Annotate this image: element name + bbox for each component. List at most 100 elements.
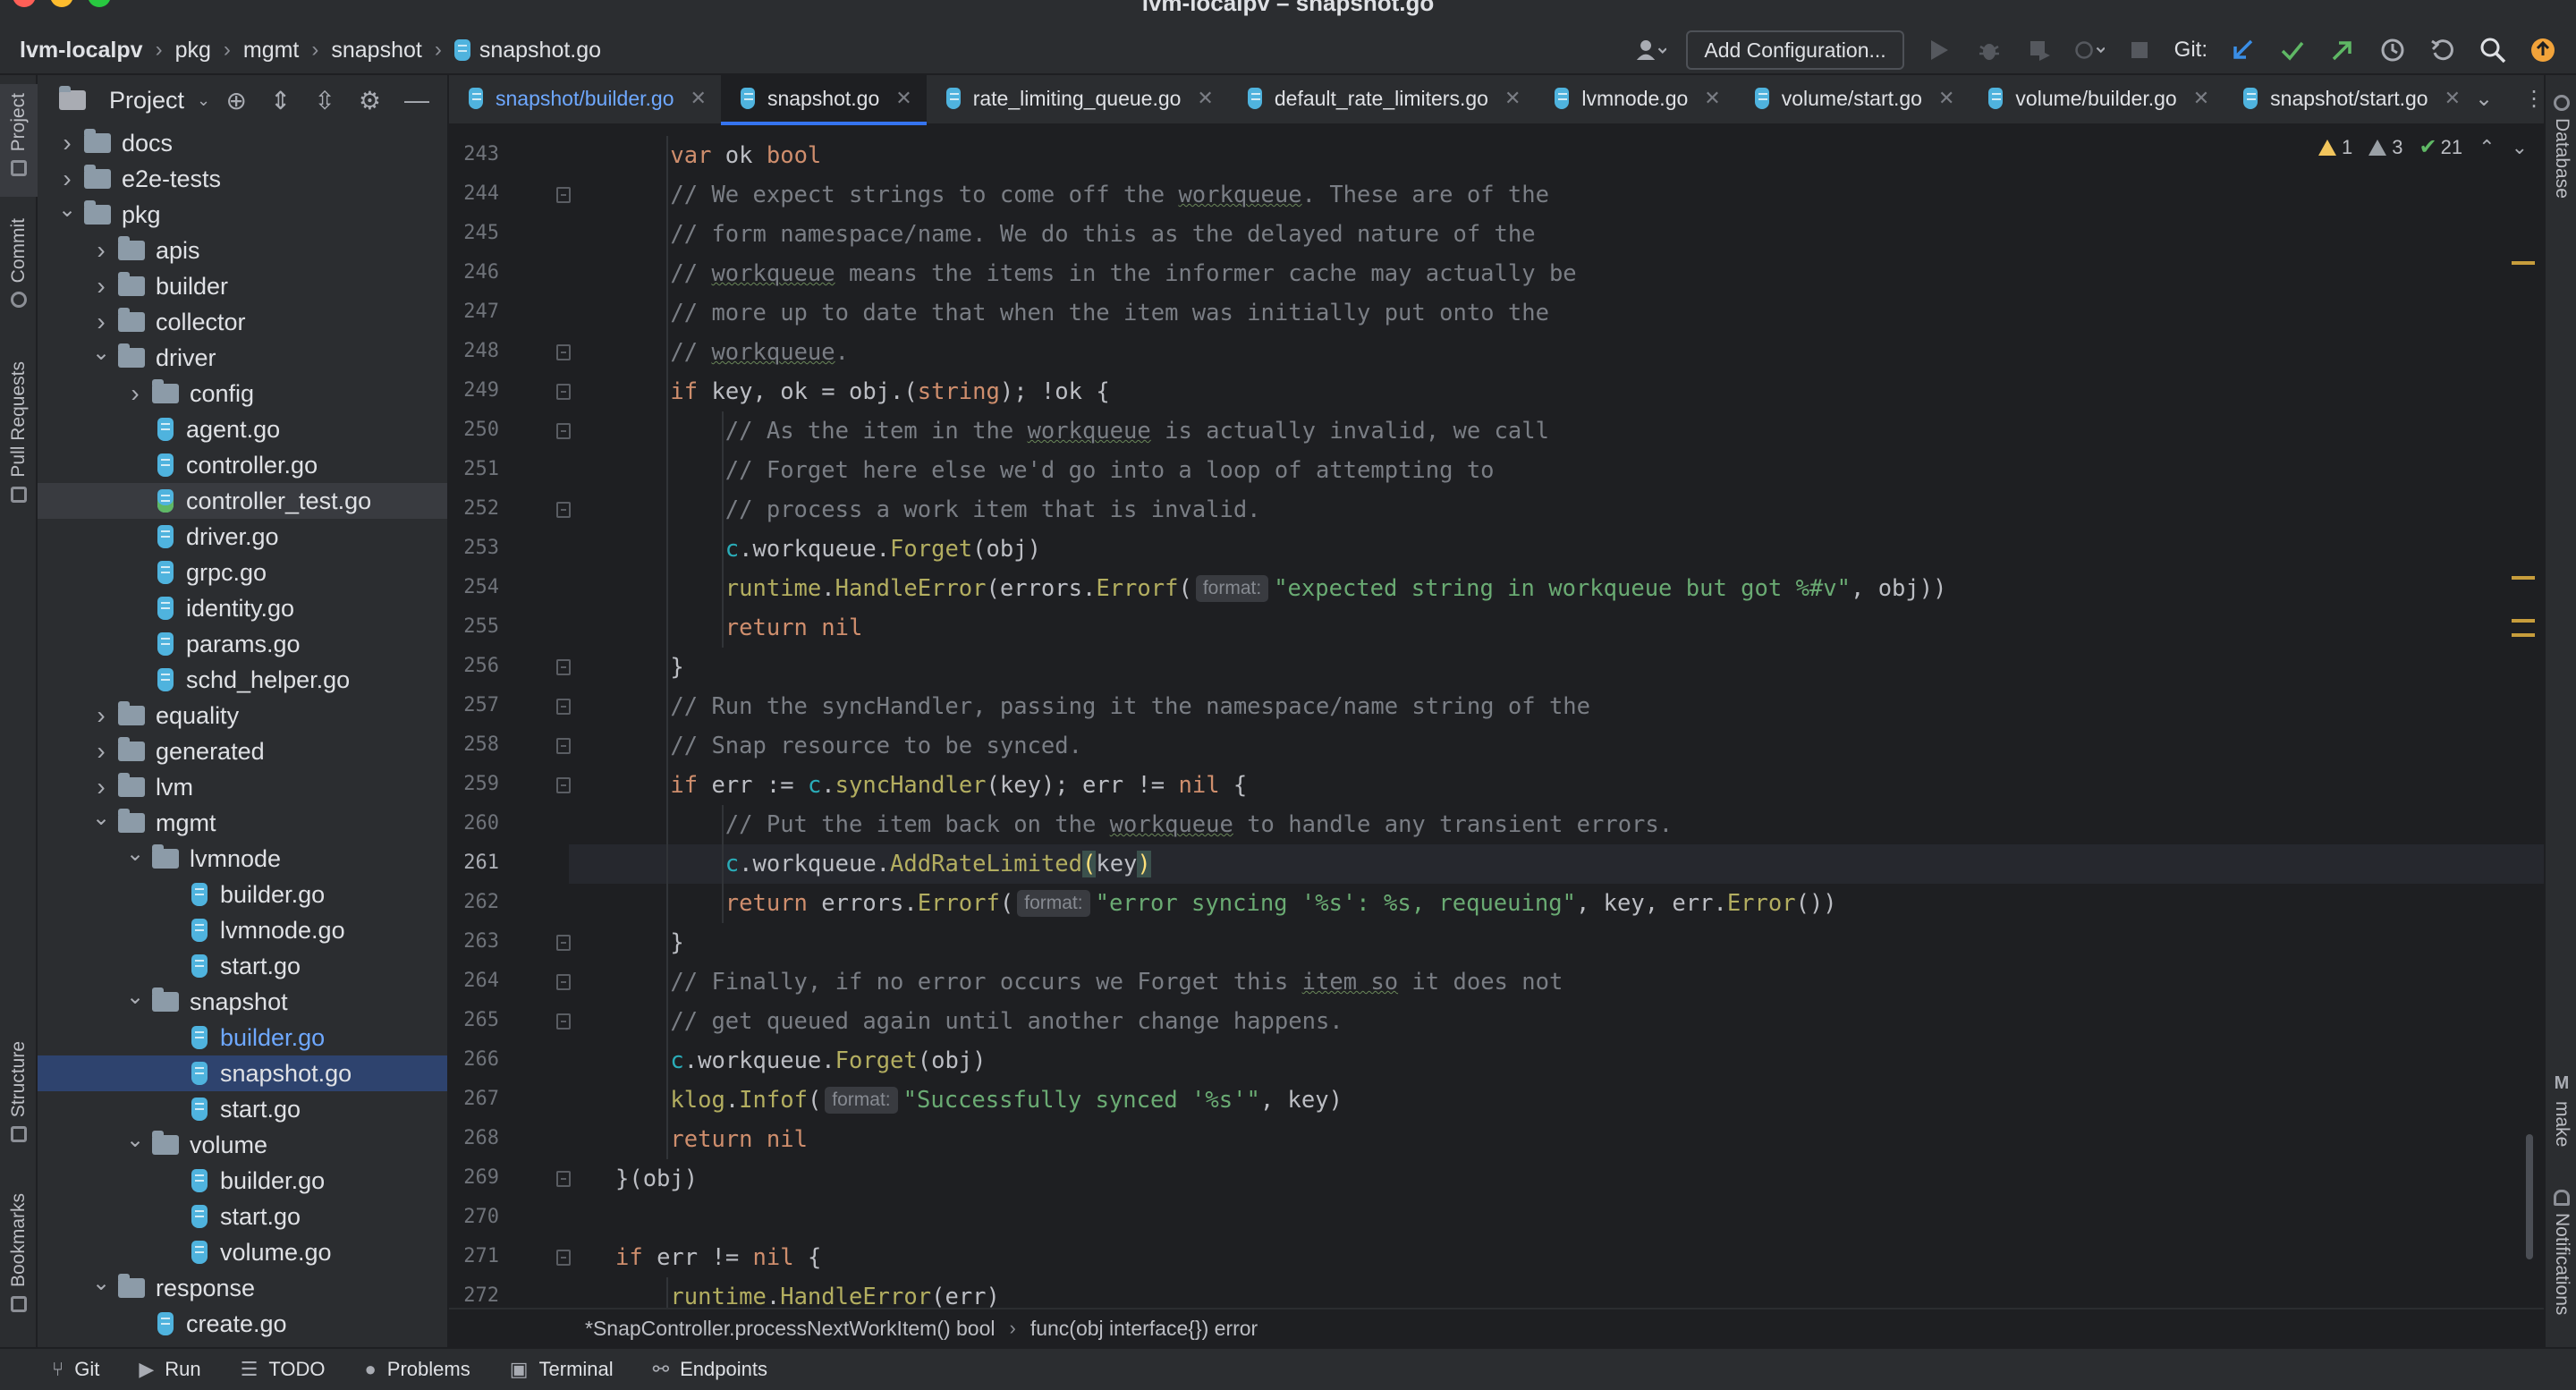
line-number[interactable]: 257 [449,694,499,716]
tool-tab-commit[interactable]: Commit [0,218,38,326]
line-number[interactable]: 254 [449,576,499,598]
chevron-right-icon[interactable]: › [89,737,113,766]
gear-icon[interactable]: ⚙ [359,86,381,115]
user-icon[interactable] [1636,35,1667,65]
rollback-icon[interactable] [2428,35,2458,65]
tool-window-endpoints[interactable]: ⚯ Endpoints [653,1358,767,1381]
tree-folder[interactable]: › e2e-tests [38,161,447,197]
line-number[interactable]: 266 [449,1048,499,1071]
line-number[interactable]: 260 [449,812,499,835]
tool-tab-make[interactable]: M make [2546,1068,2576,1166]
git-update-icon[interactable] [2227,35,2258,65]
chevron-down-icon[interactable]: ⌄ [2475,86,2493,112]
chevron-down-icon[interactable]: ⌄ [123,1127,147,1153]
chevron-right-icon[interactable]: › [55,129,79,157]
editor-tab[interactable]: default_rate_limiters.go ✕ [1228,73,1536,123]
tree-folder[interactable]: › builder [38,268,447,304]
code-line[interactable]: }(obj) [569,1159,2544,1199]
tree-file[interactable]: controller.go [38,447,447,483]
tree-file[interactable]: builder.go [38,877,447,912]
crumb-project[interactable]: lvm-localpv [20,38,143,64]
code-line[interactable]: // more up to date that when the item wa… [569,293,2544,333]
line-number[interactable]: 244 [449,182,499,205]
stripe-mark[interactable] [2512,261,2535,265]
tool-tab-structure[interactable]: Structure [0,1041,38,1166]
tree-folder[interactable]: › generated [38,733,447,769]
close-icon[interactable]: ✕ [1197,87,1213,110]
tree-file[interactable]: grpc.go [38,555,447,590]
code-line[interactable]: klog.Infof(format: "Successfully synced '… [569,1081,2544,1120]
code-line[interactable]: // process a work item that is invalid. [569,490,2544,530]
tree-file[interactable]: snapshot.go [38,1055,447,1091]
code-line[interactable]: return nil [569,608,2544,648]
code-line[interactable]: // Put the item back on the workqueue to… [569,805,2544,844]
chevron-right-icon[interactable]: › [89,773,113,801]
code-editor[interactable]: 243 244 245 246 247 248 249 250 251 252 253 254 255 2… [449,125,2544,1308]
project-panel-title[interactable]: Project [109,87,184,114]
vertical-scrollbar[interactable] [2526,1134,2533,1259]
tool-tab-pull-requests[interactable]: Pull Requests [0,361,38,522]
line-number[interactable]: 265 [449,1009,499,1031]
line-number[interactable]: 269 [449,1166,499,1189]
chevron-right-icon[interactable]: › [123,379,147,408]
locate-icon[interactable]: ⊕ [225,86,246,115]
crumb-pkg[interactable]: pkg [175,38,211,64]
tree-file[interactable]: lvmnode.go [38,912,447,948]
weak-warnings-count[interactable]: 3 [2368,136,2403,159]
line-number[interactable]: 247 [449,301,499,323]
history-icon[interactable] [2377,35,2408,65]
stop-icon[interactable] [2124,35,2155,65]
tree-file[interactable]: builder.go [38,1163,447,1199]
tree-file[interactable]: controller_test.go [38,483,447,519]
line-number[interactable]: 256 [449,655,499,677]
code-line[interactable]: return errors.Errorf(format: "error synci… [569,884,2544,923]
close-icon[interactable]: ✕ [691,87,707,110]
code-line[interactable]: if err != nil { [569,1238,2544,1277]
tree-folder[interactable]: › docs [38,125,447,161]
tool-window-terminal[interactable]: ▣ Terminal [510,1358,614,1381]
close-icon[interactable]: ✕ [1938,87,1954,110]
tool-tab-bookmarks[interactable]: Bookmarks [0,1193,38,1327]
previous-highlight-icon[interactable]: ⌃ [2479,136,2495,159]
line-number[interactable]: 258 [449,733,499,756]
line-number[interactable]: 259 [449,773,499,795]
tree-folder[interactable]: › config [38,376,447,411]
line-number[interactable]: 251 [449,458,499,480]
inspection-widget[interactable]: 1 3 ✔ 21 ⌃ ⌄ [2318,134,2528,160]
close-icon[interactable]: ✕ [895,87,911,110]
tree-folder[interactable]: ⌄ mgmt [38,805,447,841]
tree-folder[interactable]: ⌄ pkg [38,197,447,233]
stripe-mark[interactable] [2512,633,2535,637]
close-icon[interactable]: ✕ [1504,87,1521,110]
editor-tab[interactable]: volume/builder.go ✕ [1969,73,2224,123]
search-icon[interactable] [2478,35,2508,65]
chevron-down-icon[interactable]: ⌄ [89,805,113,831]
code-line[interactable]: // workqueue means the items in the info… [569,254,2544,293]
line-number[interactable]: 249 [449,379,499,402]
chevron-right-icon[interactable]: › [89,272,113,301]
tree-folder[interactable]: › apis [38,233,447,268]
tool-tab-notifications[interactable]: Notifications [2546,1181,2576,1342]
line-number[interactable]: 267 [449,1088,499,1110]
tree-file[interactable]: start.go [38,948,447,984]
updates-icon[interactable] [2528,35,2558,65]
chevron-down-icon[interactable]: ⌄ [89,340,113,366]
tree-file[interactable]: start.go [38,1091,447,1127]
ok-count[interactable]: ✔ 21 [2419,134,2463,160]
editor-tab[interactable]: rate_limiting_queue.go ✕ [927,73,1228,123]
line-number[interactable]: 263 [449,930,499,953]
tree-folder[interactable]: ⌄ driver [38,340,447,376]
chevron-down-icon[interactable]: ⌄ [123,984,147,1010]
line-number[interactable]: 248 [449,340,499,362]
close-icon[interactable]: ✕ [1704,87,1720,110]
tree-file[interactable]: params.go [38,626,447,662]
editor-tab[interactable]: snapshot.go ✕ [720,73,927,125]
add-configuration-button[interactable]: Add Configuration... [1686,30,1904,70]
error-stripe[interactable] [2508,125,2544,1308]
line-number[interactable]: 264 [449,970,499,992]
warnings-count[interactable]: 1 [2318,136,2352,159]
line-number[interactable]: 271 [449,1245,499,1267]
code-line[interactable]: // Forget here else we'd go into a loop … [569,451,2544,490]
code-line[interactable]: runtime.HandleError(errors.Errorf(format… [569,569,2544,608]
editor-gutter[interactable]: 243 244 245 246 247 248 249 250 251 252 253 254 255 2… [449,125,571,1308]
